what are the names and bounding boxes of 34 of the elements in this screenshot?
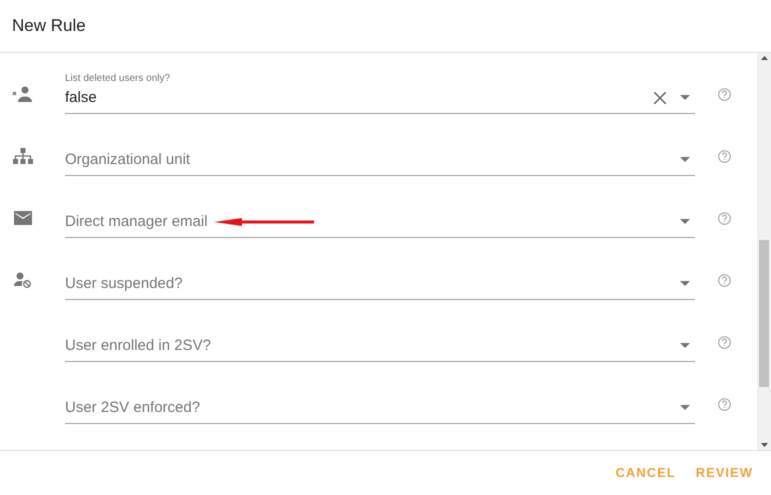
select-field[interactable]: List deleted users only? false [65, 70, 695, 114]
select-field[interactable]: Direct manager email [65, 194, 695, 238]
dropdown-caret-icon[interactable] [680, 405, 690, 410]
select-field[interactable]: User suspended? [65, 256, 695, 300]
field-placeholder: Direct manager email [65, 212, 208, 232]
field-placeholder: User suspended? [65, 274, 183, 294]
dropdown-caret-icon[interactable] [680, 281, 690, 286]
select-field[interactable]: Organizational unit [65, 132, 695, 176]
scroll-down-icon[interactable] [760, 443, 768, 447]
envelope-icon [14, 211, 32, 225]
help-icon[interactable] [718, 150, 730, 162]
dialog-title: New Rule [12, 15, 86, 38]
field-placeholder: User 2SV enforced? [65, 398, 200, 418]
select-field[interactable]: User enrolled in 2SV? [65, 318, 695, 362]
person-blocked-icon [14, 272, 32, 288]
help-icon[interactable] [718, 336, 730, 348]
help-icon[interactable] [718, 212, 730, 224]
help-icon[interactable] [718, 274, 730, 286]
dropdown-caret-icon[interactable] [680, 343, 690, 348]
help-icon[interactable] [718, 88, 730, 100]
field-placeholder: User enrolled in 2SV? [65, 336, 211, 356]
field-label: List deleted users only? [65, 72, 170, 84]
help-icon[interactable] [718, 398, 730, 410]
clear-icon[interactable] [654, 92, 666, 104]
dropdown-caret-icon[interactable] [680, 157, 690, 162]
select-field[interactable]: User 2SV enforced? [65, 380, 695, 424]
dropdown-caret-icon[interactable] [680, 219, 690, 224]
hierarchy-icon [12, 148, 32, 164]
person-remove-icon [12, 86, 34, 102]
scrollbar[interactable] [757, 53, 771, 450]
dropdown-caret-icon[interactable] [680, 95, 690, 100]
scroll-up-icon[interactable] [760, 56, 768, 60]
field-value: false [65, 88, 97, 108]
field-placeholder: Organizational unit [65, 150, 190, 170]
